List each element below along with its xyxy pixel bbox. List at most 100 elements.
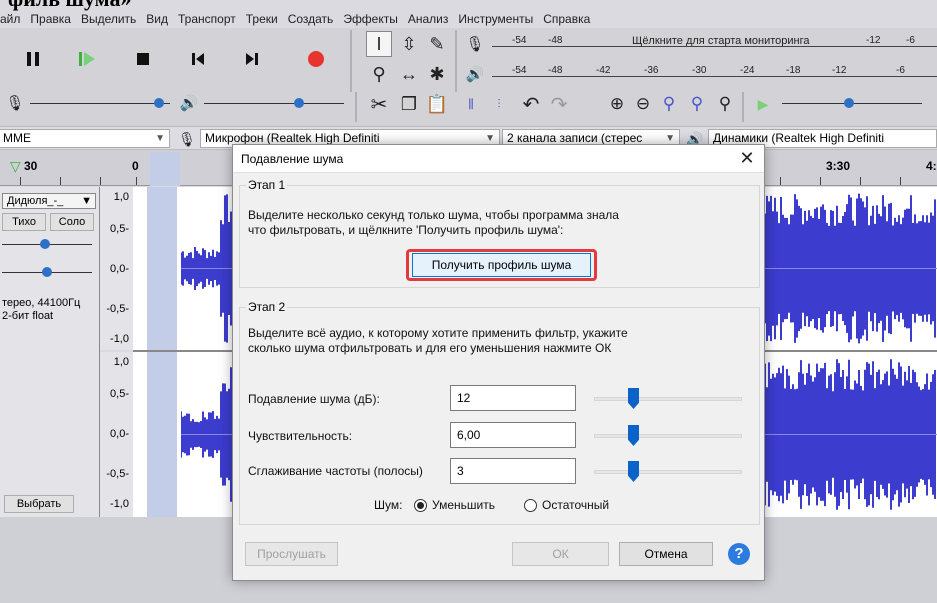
scale-label: -0,5- [106,303,129,315]
skip-end-icon [246,53,258,65]
envelope-tool-icon[interactable]: ⇳ [396,31,422,57]
menu-transport[interactable]: Транспорт [173,10,241,28]
meter-scale: -48 [548,35,563,46]
smoothing-input[interactable]: 3 [450,458,576,484]
menu-effects[interactable]: Эффекты [338,10,403,28]
noise-reduction-slider[interactable] [594,388,742,410]
paste-icon[interactable]: 📋 [424,91,450,117]
menu-edit[interactable]: Правка [25,10,76,28]
residue-radio-label[interactable]: Остаточный [542,498,609,513]
meter-scale: -24 [740,65,755,76]
playback-volume-icon: 🔊 [179,95,199,112]
speaker-icon[interactable]: 🔊 [462,61,488,87]
scale-label: 1,0 [113,356,129,368]
play-speed-slider[interactable] [782,92,922,112]
step1-text: Выделите несколько секунд только шума, ч… [248,208,619,222]
reduce-radio-label[interactable]: Уменьшить [432,498,495,513]
mute-button[interactable]: Тихо [2,213,46,231]
step2-text: Выделите всё аудио, к которому хотите пр… [248,326,628,340]
meter-scale: -54 [512,35,527,46]
close-icon[interactable]: ✕ [730,145,764,173]
stop-button[interactable] [120,36,166,82]
redo-icon[interactable]: ↷ [546,91,572,117]
track-info-line: терео, 44100Гц [2,297,81,309]
audio-host-select[interactable]: MME ▼ [0,129,170,148]
noise-reduction-input[interactable]: 12 [450,385,576,411]
audacity-window: филь шума» айл Правка Выделить Вид Транс… [0,0,937,603]
toolbar-separator [350,30,352,92]
silence-icon[interactable]: ⫶ [486,91,512,117]
meter-scale: -42 [596,65,611,76]
track-name: Дидюля_-_ [7,195,64,207]
meter-scale: -54 [512,65,527,76]
track-info: терео, 44100Гц 2-бит float [2,297,80,323]
multi-tool-icon[interactable]: ✱ [424,61,450,87]
menu-help[interactable]: Справка [538,10,595,28]
meter-scale: -18 [786,65,801,76]
help-icon[interactable]: ? [728,543,750,565]
menu-file[interactable]: айл [0,10,25,28]
sensitivity-input[interactable]: 6,00 [450,422,576,448]
cut-icon[interactable]: ✂ [366,91,392,117]
noise-reduction-label: Подавление шума (дБ): [248,392,380,406]
skip-start-button[interactable] [175,36,221,82]
get-noise-profile-button[interactable]: Получить профиль шума [412,253,591,277]
scale-label: 0,5- [110,388,129,400]
playback-meter[interactable]: -54 -48 -42 -36 -30 -24 -18 -12 -6 [492,62,937,84]
fit-selection-icon[interactable]: ⚲ [656,91,682,117]
solo-button[interactable]: Соло [50,213,94,231]
reduce-radio[interactable] [414,499,427,512]
record-meter[interactable]: -54 -48 Щёлкните для старта мониторинга … [492,32,937,54]
timeshift-tool-icon[interactable]: ↔ [396,61,422,87]
zoom-toggle-icon[interactable]: ⚲ [712,91,738,117]
amplitude-scale-left: 1,0 0,5- 0,0- -0,5- -1,0 [100,187,133,350]
play-button[interactable] [64,36,110,82]
sensitivity-slider[interactable] [594,425,742,447]
copy-icon[interactable]: ❐ [396,91,422,117]
selection-highlight [147,187,177,350]
track-name-menu[interactable]: Дидюля_-_ ▼ [2,193,96,209]
pause-button[interactable] [10,36,56,82]
undo-icon[interactable]: ↶ [518,91,544,117]
menu-select[interactable]: Выделить [76,10,141,28]
zoom-tool-icon[interactable]: ⚲ [366,61,392,87]
toolbar: I ⇳ ✎ ⚲ ↔ ✱ 🎙 🔊 -54 -48 Щёлкните для ста… [0,28,937,126]
preview-button[interactable]: Прослушать [245,542,338,566]
scale-label: -1,0 [110,498,129,510]
residue-radio[interactable] [524,499,537,512]
track-control-panel: Дидюля_-_ ▼ Тихо Соло терео, 44100Гц 2-б… [0,187,100,517]
menu-tools[interactable]: Инструменты [453,10,538,28]
playback-device-value: Динамики (Realtek High Definiti [713,131,885,145]
toolbar-separator [455,30,457,92]
playback-volume-slider[interactable] [204,92,344,112]
recording-volume-slider[interactable] [30,92,170,112]
gain-slider[interactable] [2,233,92,253]
smoothing-slider[interactable] [594,461,742,483]
meter-scale: -30 [692,65,707,76]
menu-generate[interactable]: Создать [283,10,339,28]
cancel-button[interactable]: Отмена [619,542,713,566]
trim-icon[interactable]: ⫼ [458,91,484,117]
channels-value: 2 канала записи (стерес [507,131,643,145]
pan-slider[interactable] [2,261,92,281]
step2-text: сколько шума отфильтровать и для его уме… [248,341,612,355]
record-button[interactable] [293,36,339,82]
zoom-in-icon[interactable]: ⊕ [604,91,630,117]
stop-icon [137,53,149,65]
selection-tool-icon[interactable]: I [366,31,392,57]
step2-group: Этап 2 Выделите всё аудио, к которому хо… [239,300,760,525]
menu-view[interactable]: Вид [141,10,173,28]
menu-analyze[interactable]: Анализ [403,10,454,28]
draw-tool-icon[interactable]: ✎ [424,31,450,57]
select-track-button[interactable]: Выбрать [4,495,74,513]
play-at-speed-icon[interactable]: ▶ [750,91,776,117]
scale-label: -1,0 [110,333,129,345]
zoom-out-icon[interactable]: ⊖ [630,91,656,117]
menu-tracks[interactable]: Треки [241,10,283,28]
ok-button[interactable]: ОК [512,542,609,566]
pause-icon [27,52,39,66]
microphone-icon[interactable]: 🎙 [462,31,488,57]
step1-label: Этап 1 [246,178,288,192]
skip-end-button[interactable] [229,36,275,82]
fit-project-icon[interactable]: ⚲ [684,91,710,117]
